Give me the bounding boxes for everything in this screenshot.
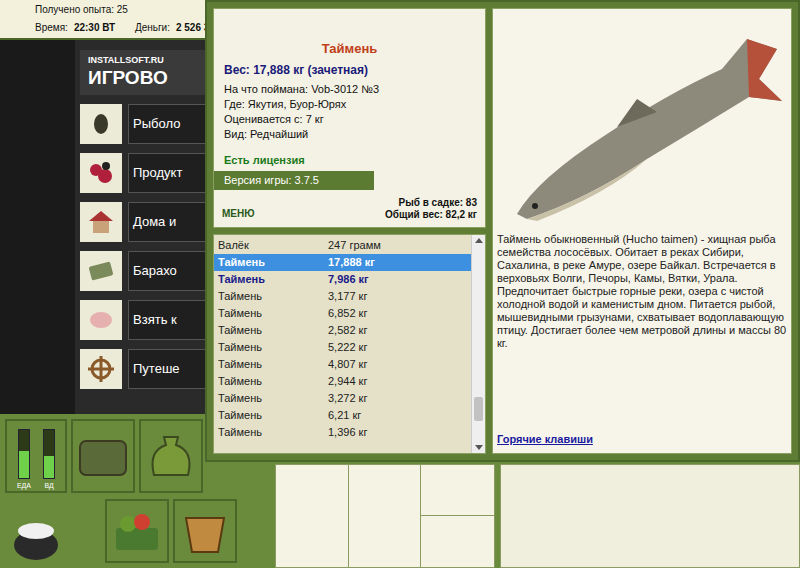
- catch-row[interactable]: Таймень6,21 кг: [214, 407, 471, 424]
- total-weight: Общий вес: 82,2 кг: [385, 209, 477, 221]
- fly-icon: [86, 109, 116, 139]
- fish-detail: Оценивается с: 7 кг: [224, 112, 475, 127]
- time-label: Время:: [35, 21, 68, 35]
- catch-row[interactable]: Таймень17,888 кг: [214, 254, 471, 271]
- pot-icon[interactable]: [9, 513, 63, 563]
- catch-row[interactable]: Таймень5,222 кг: [214, 339, 471, 356]
- catch-row[interactable]: Таймень3,272 кг: [214, 390, 471, 407]
- money-label: Деньги:: [135, 21, 170, 35]
- catch-row[interactable]: Таймень2,582 кг: [214, 322, 471, 339]
- game-screen: Получено опыта: 25Время:22:30 ВТДеньги:2…: [0, 0, 800, 568]
- menu-button[interactable]: МЕНЮ: [222, 206, 255, 221]
- version-bar: Версия игры: 3.7.5: [214, 171, 374, 190]
- fish-detail: Где: Якутия, Буор-Юрях: [224, 97, 475, 112]
- fish-title: Таймень: [214, 39, 485, 59]
- basket-icon[interactable]: [110, 506, 164, 556]
- bag-icon[interactable]: [76, 431, 130, 481]
- fish-description: Таймень обыкновенный (Hucho taimen) - хи…: [497, 233, 787, 350]
- wheel-icon: [86, 354, 116, 384]
- sack-icon[interactable]: [144, 431, 198, 481]
- fish-description-panel: Таймень обыкновенный (Hucho taimen) - хи…: [492, 8, 792, 454]
- scroll-up-icon[interactable]: [472, 235, 486, 247]
- piggy-icon: [86, 305, 116, 335]
- catch-row[interactable]: Таймень6,852 кг: [214, 305, 471, 322]
- catch-row[interactable]: Таймень2,944 кг: [214, 373, 471, 390]
- catch-list: Валёк247 граммТаймень17,888 кгТаймень7,9…: [213, 234, 486, 454]
- scroll-thumb[interactable]: [474, 397, 483, 421]
- fish-window: Таймень Вес: 17,888 кг (зачетная) На что п…: [205, 0, 800, 462]
- hotkeys-link[interactable]: Горячие клавиши: [497, 431, 787, 448]
- gauge-label: ВД: [44, 481, 53, 492]
- license-text: Есть лицензия: [214, 152, 485, 169]
- catch-row[interactable]: Таймень7,986 кг: [214, 271, 471, 288]
- gauge: [18, 429, 30, 479]
- fish-info: Таймень Вес: 17,888 кг (зачетная) На что п…: [213, 8, 486, 228]
- catch-row[interactable]: Таймень4,807 кг: [214, 356, 471, 373]
- catch-row[interactable]: Таймень1,396 кг: [214, 424, 471, 441]
- slot-grid: [275, 464, 495, 568]
- scroll-down-icon[interactable]: [472, 441, 486, 453]
- fish-count: Рыб в садке: 83: [385, 197, 477, 209]
- catch-row[interactable]: Валёк247 грамм: [214, 237, 471, 254]
- taimen-fish-icon: [497, 9, 787, 229]
- bucket-icon[interactable]: [178, 506, 232, 556]
- gauge-label: ЕДА: [17, 481, 31, 492]
- gauges: ЕДА ВД: [5, 419, 67, 493]
- time-value: 22:30 ВТ: [74, 21, 129, 35]
- house-icon: [86, 207, 116, 237]
- gauge: [43, 429, 55, 479]
- fish-weight: Вес: 17,888 кг (зачетная): [214, 61, 485, 79]
- catch-row[interactable]: Таймень3,177 кг: [214, 288, 471, 305]
- scrollbar[interactable]: [471, 235, 485, 453]
- info-panel: [500, 464, 800, 568]
- fish-detail: Вид: Редчайший: [224, 127, 475, 142]
- money-icon: [86, 256, 116, 286]
- berries-icon: [86, 158, 116, 188]
- fish-detail: На что поймана: Vob-3012 №3: [224, 82, 475, 97]
